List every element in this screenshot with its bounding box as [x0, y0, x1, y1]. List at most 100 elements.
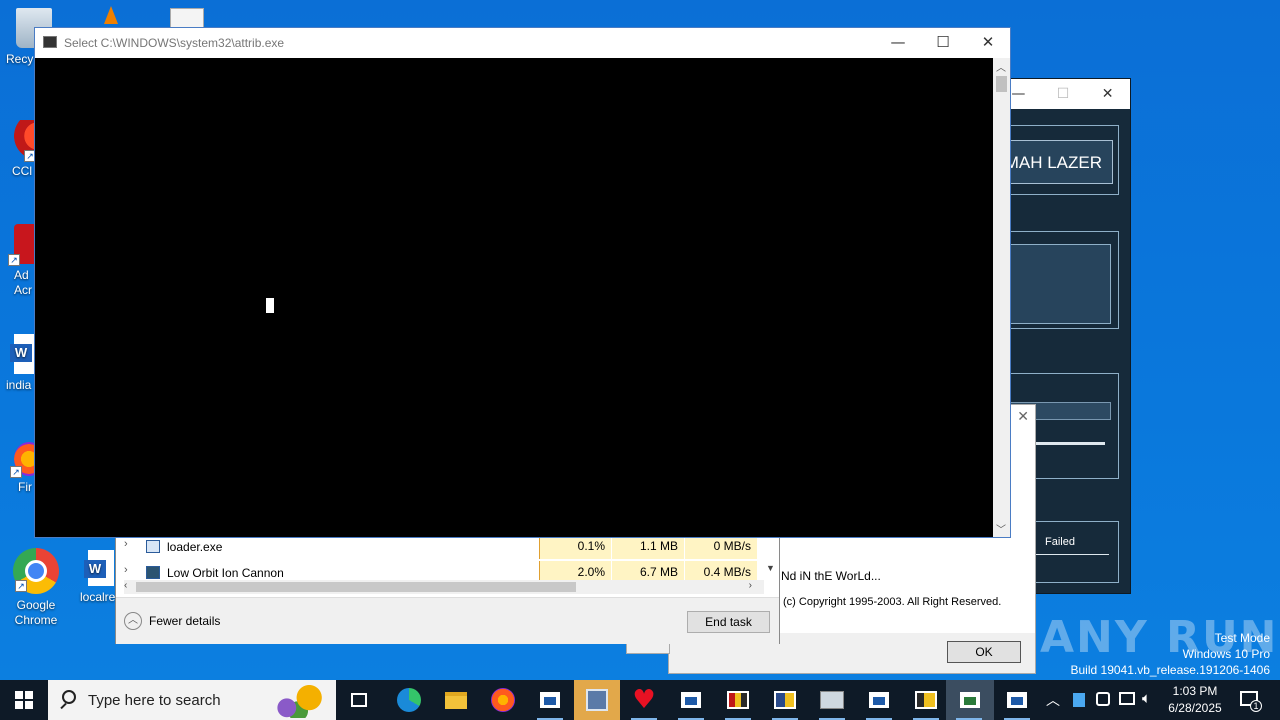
process-icon [146, 566, 160, 579]
taskbar-window-3[interactable] [856, 680, 902, 720]
loic-target-group [1006, 231, 1119, 329]
collapse-chevron-icon[interactable]: ︿ [124, 612, 142, 630]
taskbar-app-5[interactable] [809, 680, 855, 720]
process-cpu: 0.1% [539, 535, 611, 559]
show-hidden-icons-chevron-icon[interactable]: ︿ [1046, 690, 1060, 710]
clock-time: 1:03 PM [1172, 684, 1218, 698]
taskbar-window-4[interactable] [994, 680, 1040, 720]
end-task-button[interactable]: End task [687, 611, 770, 633]
process-disk: 0 MB/s [685, 535, 757, 559]
process-name: loader.exe [167, 540, 223, 554]
about-close-button[interactable]: ✕ [1017, 408, 1029, 425]
process-row[interactable]: › Low Orbit Ion Cannon 2.0% 6.7 MB 0.4 M… [116, 561, 761, 581]
desktop-icon-google-chrome[interactable]: ↗ Google Chrome [0, 548, 74, 628]
window-app-icon [540, 692, 560, 708]
close-button[interactable]: ✕ [965, 28, 1011, 58]
taskbar-installer[interactable] [574, 680, 620, 720]
task-view-icon [351, 693, 367, 707]
fewer-details-link[interactable]: Fewer details [149, 614, 220, 628]
taskbar-file-explorer[interactable] [433, 680, 479, 720]
scroll-left-icon[interactable]: ‹ [124, 580, 127, 591]
notification-count-badge: 1 [1250, 700, 1262, 712]
process-cpu: 2.0% [539, 561, 611, 581]
taskbar-console-active[interactable] [946, 680, 994, 720]
about-line-1: Nd iN thE WorLd... [781, 569, 881, 583]
task-manager-footer: ︿ Fewer details End task [116, 597, 779, 644]
about-line-2: (c) Copyright 1995-2003. All Right Reser… [783, 596, 1002, 608]
taskbar-app-3[interactable] [715, 680, 761, 720]
maximize-button[interactable]: ☐ [920, 28, 966, 58]
expand-chevron-icon[interactable]: › [124, 564, 128, 576]
shortcut-arrow-icon: ↗ [15, 580, 27, 592]
scroll-down-icon[interactable]: ▼ [766, 563, 775, 573]
watermark-line-2: Windows 10 Pro [1182, 647, 1270, 661]
task-view-button[interactable] [336, 680, 382, 720]
loic-button-group: IMMA CHARGIN MAH LAZER [1006, 125, 1119, 195]
watermark-line-1: Test Mode [1214, 631, 1270, 645]
scrollbar-thumb[interactable] [136, 582, 576, 592]
horizontal-scrollbar[interactable]: ‹ › [124, 580, 764, 594]
shortcut-arrow-icon: ↗ [10, 466, 22, 478]
search-box[interactable]: Type here to search [48, 680, 336, 720]
clock[interactable]: 1:03 PM 6/28/2025 [1162, 683, 1228, 717]
process-name: Low Orbit Ion Cannon [167, 566, 284, 580]
process-disk: 0.4 MB/s [685, 561, 757, 581]
ok-button[interactable]: OK [947, 641, 1021, 663]
loic-titlebar[interactable]: — ☐ ✕ [996, 79, 1130, 109]
vlc-icon[interactable] [104, 6, 118, 24]
task-manager-window[interactable]: › loader.exe 0.1% 1.1 MB 0 MB/s › Low Or… [115, 534, 780, 644]
desktop-icon-word-localre[interactable]: W localre [70, 550, 118, 605]
shortcut-arrow-icon: ↗ [8, 254, 20, 266]
expand-chevron-icon[interactable]: › [124, 538, 128, 550]
status-failed: Failed [1045, 536, 1075, 548]
close-button[interactable]: ✕ [1085, 86, 1130, 102]
taskbar: Type here to search ♥ ︿ 🔈︎ 1:03 PM 6/28/… [0, 680, 1280, 720]
taskbar-edge[interactable] [386, 680, 432, 720]
ethernet-icon[interactable] [1119, 692, 1135, 705]
volume-icon[interactable]: 🔈︎ [1142, 689, 1151, 707]
vertical-scrollbar[interactable]: ︿ ﹀ [993, 58, 1010, 537]
minimize-button[interactable]: — [875, 28, 921, 58]
taskbar-heart-app[interactable]: ♥ [621, 680, 667, 720]
console-output-area[interactable] [35, 58, 993, 537]
taskbar-window-2[interactable] [668, 680, 714, 720]
scroll-down-icon[interactable]: ﹀ [996, 521, 1006, 536]
taskbar-window-1[interactable] [527, 680, 573, 720]
hidden-window-edge [626, 644, 670, 654]
firefox-icon [491, 688, 515, 712]
console-app-icon [960, 692, 980, 708]
console-titlebar[interactable]: Select C:\WINDOWS\system32\attrib.exe — … [35, 28, 1010, 58]
scrollbar-thumb[interactable] [996, 76, 1007, 92]
test-mode-watermark: Test Mode Windows 10 Pro Build 19041.vb_… [1071, 630, 1271, 678]
desktop-icon-label: localre [80, 590, 116, 604]
network-icon[interactable] [1096, 692, 1110, 706]
taskbar-app-6[interactable] [903, 680, 949, 720]
chrome-icon: ↗ [13, 548, 59, 594]
scroll-right-icon[interactable]: › [749, 580, 752, 591]
taskbar-firefox[interactable] [480, 680, 526, 720]
text-cursor [266, 298, 274, 313]
document-icon[interactable] [170, 8, 204, 28]
colorful-app-icon [915, 691, 937, 709]
network-computers-icon [820, 691, 844, 709]
windows-logo-icon [15, 691, 33, 709]
search-placeholder: Type here to search [88, 692, 221, 709]
lazer-button[interactable]: IMMA CHARGIN MAH LAZER [1007, 140, 1113, 184]
target-display [1007, 244, 1111, 324]
window-app-icon [681, 692, 701, 708]
maximize-button[interactable]: ☐ [1041, 86, 1086, 102]
folder-icon [445, 691, 467, 709]
console-window[interactable]: Select C:\WINDOWS\system32\attrib.exe — … [34, 27, 1011, 538]
desktop-icon-label: Google Chrome [14, 598, 58, 627]
tray-app-icon[interactable] [1073, 693, 1085, 707]
process-row[interactable]: › loader.exe 0.1% 1.1 MB 0 MB/s [116, 535, 761, 559]
search-icon [62, 690, 76, 704]
colorful-app-icon [727, 691, 749, 709]
window-app-icon [1007, 692, 1027, 708]
start-button[interactable] [0, 680, 48, 720]
edge-icon [397, 688, 421, 712]
word-document-icon: W [84, 550, 114, 586]
taskbar-app-4[interactable] [762, 680, 808, 720]
scroll-up-icon[interactable]: ︿ [996, 59, 1006, 74]
search-highlight-flower-icon [270, 684, 326, 718]
